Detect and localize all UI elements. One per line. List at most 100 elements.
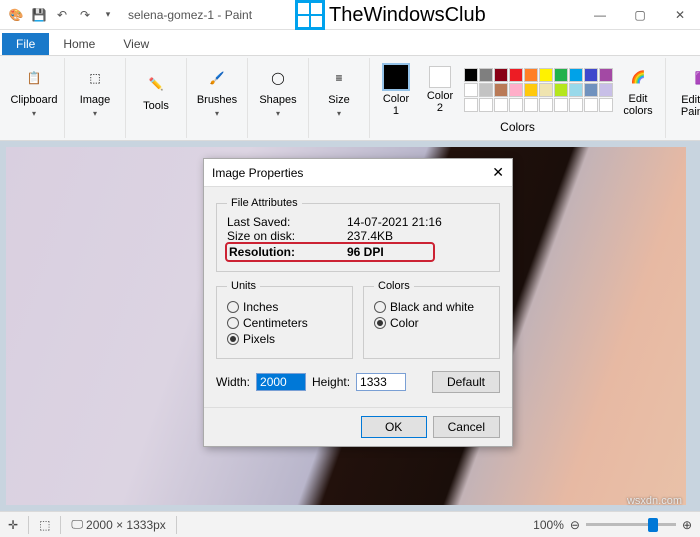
pencil-icon: ✏️ — [142, 70, 170, 98]
zoom-out-button[interactable]: ⊖ — [570, 518, 580, 532]
color1-button[interactable]: Color 1 — [376, 62, 416, 118]
size-button[interactable]: ≡Size — [315, 58, 363, 124]
brushes-group: 🖌️Brushes — [187, 58, 248, 138]
dialog-titlebar[interactable]: Image Properties ✕ — [204, 159, 512, 187]
colors-legend: Colors — [374, 280, 414, 292]
paint3d-group: 🟪Edit with Paint 3D — [666, 58, 700, 138]
last-saved-label: Last Saved: — [227, 215, 347, 229]
close-button[interactable]: ✕ — [660, 0, 700, 30]
paint3d-label: Edit with Paint 3D — [681, 94, 700, 118]
palette-swatch[interactable] — [509, 68, 523, 82]
palette-swatch[interactable] — [539, 68, 553, 82]
palette-swatch[interactable] — [479, 68, 493, 82]
zoom-slider[interactable] — [586, 523, 676, 526]
color-palette[interactable] — [464, 68, 613, 112]
palette-swatch[interactable] — [539, 83, 553, 97]
palette-swatch[interactable] — [479, 83, 493, 97]
colors-group: Color 1 Color 2 🌈Edit colors Colors — [370, 58, 666, 138]
palette-swatch[interactable] — [524, 83, 538, 97]
palette-swatch[interactable] — [599, 68, 613, 82]
palette-swatch[interactable] — [494, 83, 508, 97]
palette-swatch[interactable] — [464, 68, 478, 82]
units-inches-label: Inches — [243, 300, 278, 314]
default-button[interactable]: Default — [432, 371, 500, 393]
image-properties-dialog: Image Properties ✕ File Attributes Last … — [203, 158, 513, 447]
resolution-label: Resolution: — [229, 245, 347, 259]
palette-swatch[interactable] — [494, 68, 508, 82]
palette-swatch[interactable] — [584, 68, 598, 82]
palette-swatch[interactable] — [599, 98, 613, 112]
cancel-button[interactable]: Cancel — [433, 416, 500, 438]
brushes-button[interactable]: 🖌️Brushes — [193, 58, 241, 124]
palette-swatch[interactable] — [524, 98, 538, 112]
size-label: Size — [328, 94, 349, 106]
view-tab[interactable]: View — [109, 33, 163, 55]
units-pixels-radio[interactable]: Pixels — [227, 332, 342, 346]
size-on-disk-value: 237.4KB — [347, 229, 393, 243]
home-tab[interactable]: Home — [49, 33, 109, 55]
edit-colors-label: Edit colors — [623, 93, 652, 117]
redo-icon[interactable]: ↷ — [75, 5, 95, 25]
palette-swatch[interactable] — [599, 83, 613, 97]
palette-swatch[interactable] — [584, 98, 598, 112]
resolution-highlight: Resolution:96 DPI — [225, 242, 435, 262]
palette-swatch[interactable] — [479, 98, 493, 112]
palette-swatch[interactable] — [509, 98, 523, 112]
zoom-thumb[interactable] — [648, 518, 658, 532]
file-tab[interactable]: File — [2, 33, 49, 55]
colors-color-label: Color — [390, 316, 419, 330]
units-pixels-label: Pixels — [243, 332, 275, 346]
maximize-button[interactable]: ▢ — [620, 0, 660, 30]
selection-size-icon: ⬚ — [39, 518, 50, 532]
palette-swatch[interactable] — [539, 98, 553, 112]
select-icon: ⬚ — [81, 64, 109, 92]
tools-button[interactable]: ✏️ Tools — [132, 58, 180, 124]
app-icon[interactable]: 🎨 — [6, 5, 26, 25]
minimize-button[interactable]: — — [580, 0, 620, 30]
palette-swatch[interactable] — [509, 83, 523, 97]
dialog-close-button[interactable]: ✕ — [492, 164, 504, 181]
units-inches-radio[interactable]: Inches — [227, 300, 342, 314]
palette-swatch[interactable] — [569, 98, 583, 112]
height-input[interactable] — [356, 373, 406, 391]
watermark: TheWindowsClub — [295, 0, 486, 30]
tools-label: Tools — [143, 100, 169, 112]
palette-swatch[interactable] — [524, 68, 538, 82]
last-saved-value: 14-07-2021 21:16 — [347, 215, 442, 229]
palette-swatch[interactable] — [569, 83, 583, 97]
image-button[interactable]: ⬚Image — [71, 58, 119, 124]
palette-swatch[interactable] — [554, 68, 568, 82]
colors-bw-radio[interactable]: Black and white — [374, 300, 489, 314]
zoom-in-button[interactable]: ⊕ — [682, 518, 692, 532]
undo-icon[interactable]: ↶ — [52, 5, 72, 25]
edit-colors-button[interactable]: 🌈Edit colors — [617, 62, 659, 118]
palette-swatch[interactable] — [464, 98, 478, 112]
ok-button[interactable]: OK — [361, 416, 427, 438]
shapes-label: Shapes — [259, 94, 296, 106]
palette-icon: 🌈 — [624, 63, 652, 91]
clipboard-label: Clipboard — [10, 94, 57, 106]
palette-swatch[interactable] — [554, 83, 568, 97]
source-watermark: wsxdn.com — [627, 495, 682, 507]
color1-swatch — [382, 63, 410, 91]
colors-fieldset: Colors Black and white Color — [363, 280, 500, 359]
color2-button[interactable]: Color 2 — [420, 62, 460, 118]
palette-swatch[interactable] — [464, 83, 478, 97]
paint3d-button[interactable]: 🟪Edit with Paint 3D — [672, 58, 700, 124]
palette-swatch[interactable] — [554, 98, 568, 112]
units-centimeters-radio[interactable]: Centimeters — [227, 316, 342, 330]
resolution-value: 96 DPI — [347, 245, 384, 259]
palette-swatch[interactable] — [494, 98, 508, 112]
palette-swatch[interactable] — [584, 83, 598, 97]
colors-color-radio[interactable]: Color — [374, 316, 489, 330]
palette-swatch[interactable] — [569, 68, 583, 82]
save-icon[interactable]: 💾 — [29, 5, 49, 25]
dimensions-value: 2000 × 1333px — [86, 518, 166, 532]
status-bar: ✛ ⬚ 🖵 2000 × 1333px 100% ⊖ ⊕ — [0, 511, 700, 537]
qat-dropdown-icon[interactable]: ▾ — [98, 5, 118, 25]
shapes-button[interactable]: ◯Shapes — [254, 58, 302, 124]
dialog-title: Image Properties — [212, 166, 303, 180]
width-input[interactable] — [256, 373, 306, 391]
radio-icon — [227, 301, 239, 313]
clipboard-button[interactable]: 📋Clipboard — [10, 58, 58, 124]
